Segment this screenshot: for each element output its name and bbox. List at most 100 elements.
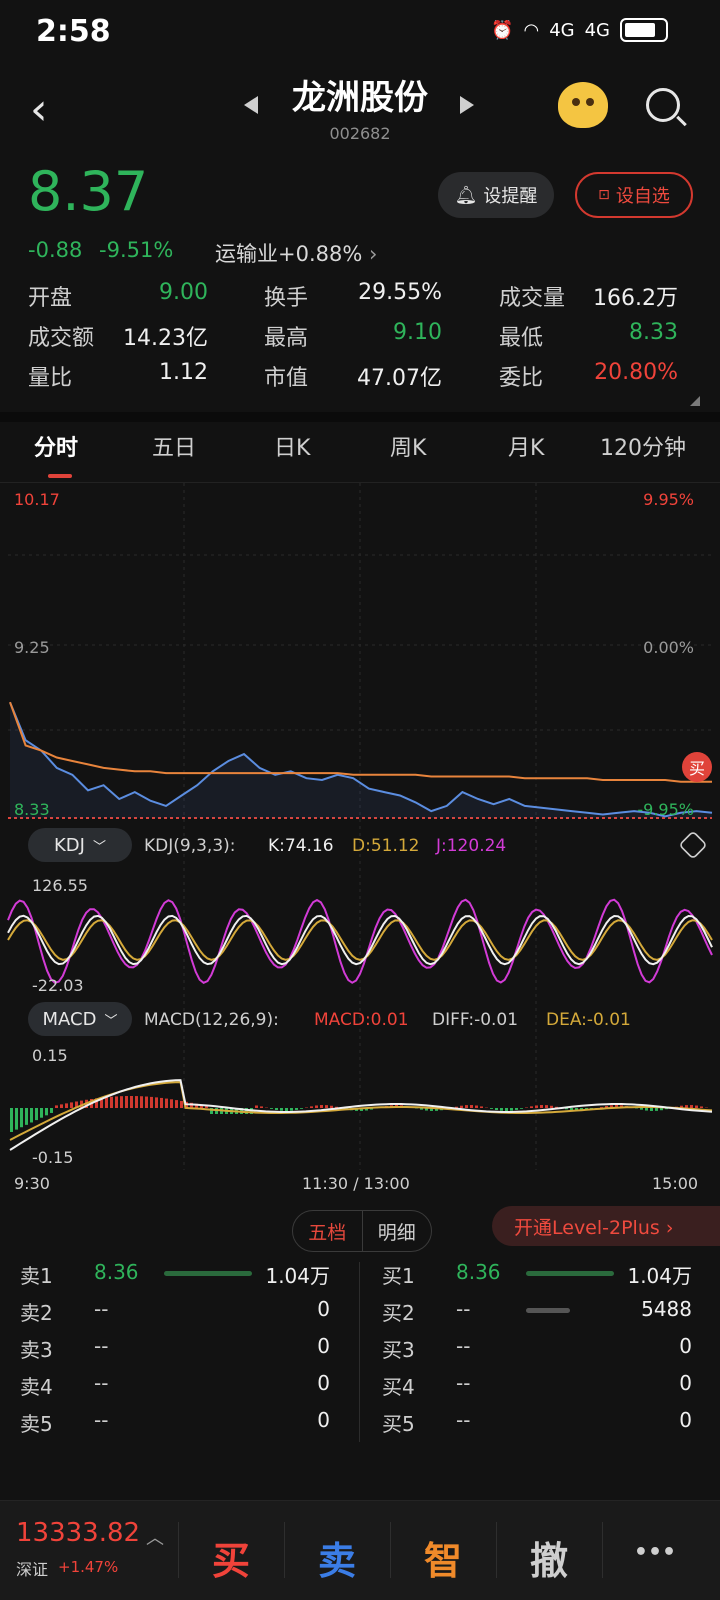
macd-bar bbox=[150, 1096, 153, 1108]
sell-level-row[interactable]: 卖3 -- 0 bbox=[20, 1334, 340, 1372]
page-title: 龙洲股份 bbox=[292, 78, 428, 118]
buy-level-volume: 0 bbox=[679, 1408, 692, 1432]
macd-bar bbox=[475, 1105, 478, 1108]
sell-level-row[interactable]: 卖4 -- 0 bbox=[20, 1371, 340, 1409]
divider bbox=[0, 412, 720, 422]
macd-value: MACD:0.01 bbox=[314, 1010, 409, 1030]
sell-level-volume: 0 bbox=[317, 1334, 330, 1358]
signal-icon-2: 4G bbox=[584, 19, 610, 41]
set-alert-label: 设提醒 bbox=[483, 186, 538, 207]
tab-daily-k[interactable]: 日K bbox=[274, 430, 310, 462]
tab-120min[interactable]: 120分钟 bbox=[600, 430, 686, 462]
price-mid-pct: 0.00% bbox=[643, 638, 694, 657]
sell-level-label: 卖4 bbox=[20, 1375, 53, 1399]
tab-five-levels[interactable]: 五档 bbox=[293, 1211, 363, 1251]
macd-diff: DIFF:-0.01 bbox=[432, 1010, 519, 1030]
tab-weekly-k[interactable]: 周K bbox=[390, 430, 426, 462]
stat-label: 成交量 bbox=[499, 286, 566, 311]
macd-bar bbox=[330, 1105, 333, 1108]
kdj-pill-label: KDJ bbox=[54, 834, 85, 856]
search-icon[interactable] bbox=[646, 88, 680, 122]
macd-bar bbox=[280, 1108, 283, 1111]
macd-bar bbox=[70, 1102, 73, 1108]
sell-level-volume: 0 bbox=[317, 1297, 330, 1321]
buy-marker-badge[interactable]: 买 bbox=[682, 752, 712, 782]
tab-monthly-k[interactable]: 月K bbox=[508, 430, 544, 462]
macd-bar bbox=[55, 1105, 58, 1108]
cancel-button[interactable]: 撤 bbox=[504, 1530, 594, 1585]
price-low-label: 8.33 bbox=[14, 800, 50, 819]
status-icons: ⏰ ◠ 4G 4G bbox=[491, 18, 668, 42]
buy-level-row[interactable]: 买2 -- 5488 bbox=[382, 1297, 702, 1335]
stat-label: 委比 bbox=[499, 366, 544, 391]
buy-level-label: 买5 bbox=[382, 1412, 415, 1436]
buy-level-row[interactable]: 买3 -- 0 bbox=[382, 1334, 702, 1372]
separator bbox=[390, 1522, 391, 1578]
kdj-d: D:51.12 bbox=[352, 836, 420, 856]
separator bbox=[602, 1522, 603, 1578]
tab-intraday[interactable]: 分时 bbox=[34, 430, 78, 462]
tab-five-day[interactable]: 五日 bbox=[152, 430, 196, 462]
buy-button[interactable]: 买 bbox=[186, 1530, 276, 1585]
favorite-icon: ⊡ bbox=[598, 187, 610, 203]
sell-level-row[interactable]: 卖5 -- 0 bbox=[20, 1408, 340, 1446]
sell-level-volume: 0 bbox=[317, 1408, 330, 1432]
macd-bar bbox=[135, 1096, 138, 1108]
stat-value: 29.55% bbox=[358, 280, 442, 305]
buy-level-row[interactable]: 买1 8.36 1.04万 bbox=[382, 1260, 702, 1298]
price-low-pct: -9.95% bbox=[637, 800, 694, 819]
macd-bar bbox=[285, 1108, 288, 1111]
buy-level-row[interactable]: 买4 -- 0 bbox=[382, 1371, 702, 1409]
macd-bar bbox=[110, 1096, 113, 1108]
macd-bar bbox=[170, 1099, 173, 1108]
macd-bar bbox=[650, 1108, 653, 1111]
stat-value: 9.10 bbox=[393, 320, 442, 345]
macd-selector[interactable]: MACD ﹀ bbox=[28, 1002, 132, 1036]
price-lines bbox=[9, 701, 713, 818]
stat-label: 换手 bbox=[264, 286, 309, 311]
tab-details[interactable]: 明细 bbox=[363, 1211, 432, 1251]
separator bbox=[284, 1522, 285, 1578]
status-time: 2:58 bbox=[36, 14, 111, 49]
macd-bar bbox=[125, 1096, 128, 1108]
chevron-down-icon: ﹀ bbox=[104, 1013, 118, 1029]
stat-value: 1.12 bbox=[159, 360, 208, 385]
macd-bar bbox=[160, 1097, 163, 1108]
set-alert-button[interactable]: 🔔︎ 设提醒 bbox=[438, 172, 554, 218]
macd-bar bbox=[255, 1105, 258, 1108]
expand-icon[interactable] bbox=[690, 396, 700, 406]
level2-upgrade-button[interactable]: 开通Level-2Plus › bbox=[492, 1206, 720, 1246]
buy-level-price: -- bbox=[456, 1371, 471, 1395]
add-favorite-label: 设自选 bbox=[615, 186, 670, 207]
buy-level-volume: 5488 bbox=[641, 1297, 692, 1321]
chevron-up-icon[interactable]: ︿ bbox=[146, 1524, 164, 1550]
stat-label: 开盘 bbox=[28, 286, 73, 311]
stat-value: 166.2万 bbox=[593, 286, 678, 311]
sell-level-price: -- bbox=[94, 1371, 109, 1395]
stat-label: 量比 bbox=[28, 366, 73, 391]
more-icon[interactable]: ••• bbox=[610, 1540, 700, 1565]
buy-level-label: 买3 bbox=[382, 1338, 415, 1362]
add-favorite-button[interactable]: ⊡ 设自选 bbox=[575, 172, 693, 218]
macd-bar bbox=[530, 1106, 533, 1108]
macd-bar bbox=[45, 1108, 48, 1116]
next-stock-icon[interactable] bbox=[460, 96, 474, 114]
index-value[interactable]: 13333.82 bbox=[16, 1518, 140, 1548]
buy-level-bar bbox=[526, 1308, 570, 1313]
sell-level-row[interactable]: 卖1 8.36 1.04万 bbox=[20, 1260, 340, 1298]
smart-button[interactable]: 智 bbox=[398, 1530, 488, 1585]
sell-level-row[interactable]: 卖2 -- 0 bbox=[20, 1297, 340, 1335]
macd-bar bbox=[550, 1105, 553, 1108]
buy-level-row[interactable]: 买5 -- 0 bbox=[382, 1408, 702, 1446]
mascot-icon[interactable] bbox=[558, 82, 608, 128]
macd-bar bbox=[270, 1108, 273, 1109]
index-change: +1.47% bbox=[58, 1558, 119, 1576]
buy-level-price: -- bbox=[456, 1408, 471, 1432]
macd-bar bbox=[325, 1105, 328, 1108]
macd-bar bbox=[490, 1108, 493, 1109]
sell-button[interactable]: 卖 bbox=[292, 1530, 382, 1585]
industry-link[interactable]: 运输业+0.88% › bbox=[215, 238, 377, 268]
macd-bar bbox=[260, 1106, 263, 1108]
kdj-selector[interactable]: KDJ ﹀ bbox=[28, 828, 132, 862]
orderbook-tabs: 五档 明细 bbox=[292, 1210, 432, 1252]
